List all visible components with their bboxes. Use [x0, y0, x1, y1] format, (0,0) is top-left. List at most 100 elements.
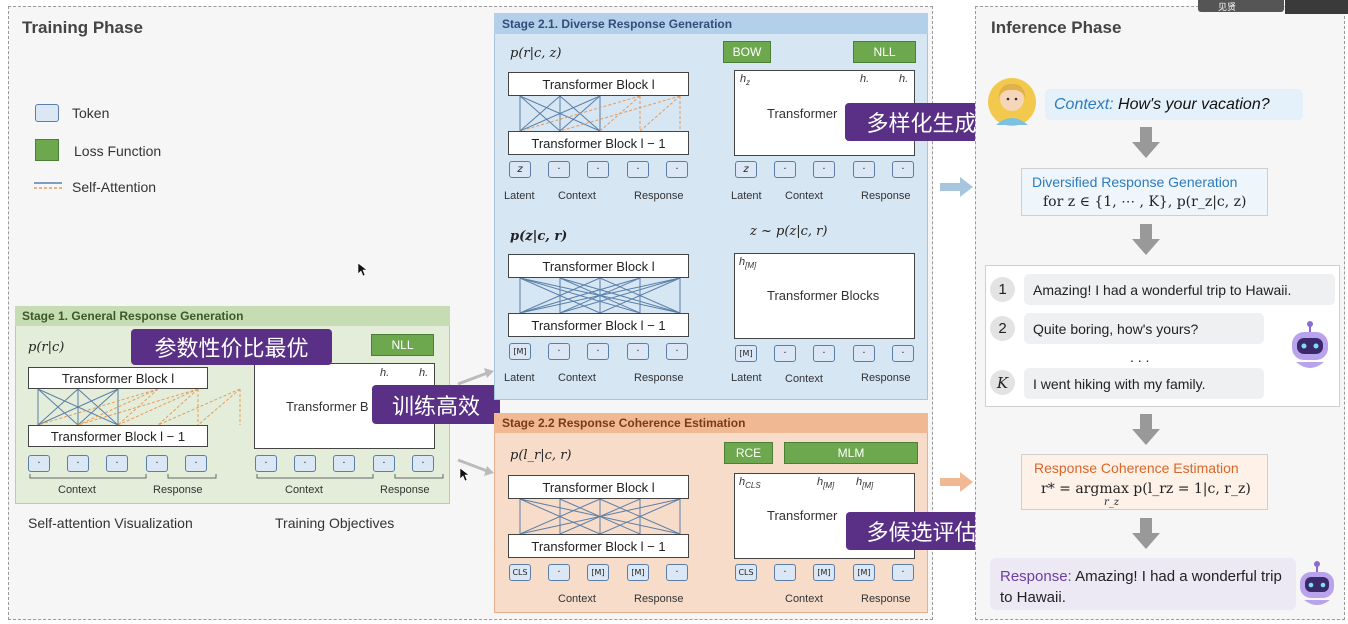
stage21-response-label: Response: [634, 190, 684, 202]
stage21-block-top: Transformer Block l: [508, 72, 689, 96]
stage1-title: Stage 1. General Response Generation: [22, 309, 244, 323]
stage21-block-bottom: Transformer Block l − 1: [508, 131, 689, 155]
inference-arrow-4: [1132, 518, 1160, 549]
candidate-response: Quite boring, how's yours?: [1024, 313, 1264, 344]
stage21-latent-label-2: Latent: [731, 190, 762, 202]
stage22-mask-token: [M]: [627, 564, 649, 581]
stage22-block-bottom: Transformer Block l − 1: [508, 534, 689, 558]
stage1-caption-left: Self-attention Visualization: [28, 515, 193, 531]
stage1-obj-context-label: Context: [285, 484, 323, 496]
stage22-mask-token: [M]: [813, 564, 835, 581]
stage1-context-label: Context: [58, 484, 96, 496]
coherence-formula: r* = argmax p(l_rz = 1|c, r_z): [1041, 481, 1251, 497]
stage22-response-label-2: Response: [861, 593, 911, 605]
stage21-latent-label-3: Latent: [504, 372, 535, 384]
legend-loss-label: Loss Function: [74, 143, 162, 159]
legend-token-label: Token: [72, 105, 110, 121]
stage21-latent-token: z: [735, 161, 757, 178]
stage21-response-label-3: Response: [634, 372, 684, 384]
legend-attention-icon: [34, 182, 62, 189]
camera-thumbnail: [1285, 0, 1348, 14]
stage1-token: ·: [185, 455, 207, 472]
stage1-token: ·: [67, 455, 89, 472]
inference-phase-title: Inference Phase: [991, 18, 1122, 37]
stage21-context-label-3: Context: [558, 372, 596, 384]
context-label: Context:: [1054, 96, 1114, 113]
stage1-obj-bracket: [256, 474, 444, 479]
stage21-token: ·: [892, 345, 914, 362]
stage22-context-label: Context: [558, 593, 596, 605]
stage21-token: ·: [587, 343, 609, 360]
stage21-token: ·: [853, 345, 875, 362]
stage21-h1: h.: [860, 73, 870, 85]
stage21-token: ·: [666, 161, 688, 178]
stage21-token: ·: [813, 161, 835, 178]
stage21-token: ·: [774, 345, 796, 362]
stage22-mask-token: [M]: [587, 564, 609, 581]
annotation-bubble-param: 参数性价比最优: [131, 329, 332, 365]
stage22-mask-token: [M]: [853, 564, 875, 581]
robot-icon: [1300, 561, 1334, 605]
candidate-response: Amazing! I had a wonderful trip to Hawai…: [1024, 274, 1335, 305]
stage21-token: ·: [548, 343, 570, 360]
final-response-label: Response:: [1000, 568, 1072, 585]
candidate-number: 2: [990, 316, 1015, 341]
stage21-response-label-2: Response: [861, 190, 911, 202]
stage1-nll-loss: NLL: [371, 334, 434, 356]
stage21-token: ·: [853, 161, 875, 178]
candidate-response: I went hiking with my family.: [1024, 368, 1264, 399]
stage22-hm1: h[M]: [817, 476, 835, 491]
context-text: Context: How's your vacation?: [1054, 96, 1270, 114]
diversified-title: Diversified Response Generation: [1032, 174, 1238, 190]
stage1-block-top: Transformer Block l: [28, 367, 208, 389]
stage21-mask-token: [M]: [735, 345, 757, 362]
stage22-title: Stage 2.2 Response Coherence Estimation: [502, 416, 746, 430]
stage22-cls-token: CLS: [509, 564, 531, 581]
stage21-token: ·: [666, 343, 688, 360]
stage21-context-label: Context: [558, 190, 596, 202]
stage22-response-label: Response: [634, 593, 684, 605]
stage21-token: ·: [774, 161, 796, 178]
inference-arrow-1: [1132, 127, 1160, 158]
stage21-hz: hz: [740, 73, 751, 88]
stage21-nll-loss: NLL: [853, 41, 916, 63]
candidate-ellipsis: . . .: [1130, 349, 1150, 365]
final-response-text: Response: Amazing! I had a wonderful tri…: [1000, 566, 1295, 608]
stage1-obj-response-label: Response: [380, 484, 430, 496]
candidate-number: 1: [990, 277, 1015, 302]
stage1-caption-right: Training Objectives: [275, 515, 395, 531]
stage22-cls-token: CLS: [735, 564, 757, 581]
stage1-obj-token: ·: [333, 455, 355, 472]
legend-loss-icon: [35, 139, 59, 161]
legend-attention-label: Self-Attention: [72, 179, 157, 195]
stage22-rce-loss: RCE: [724, 442, 773, 464]
stage21-token: ·: [813, 345, 835, 362]
stage1-response-label: Response: [153, 484, 203, 496]
stage1-token: ·: [106, 455, 128, 472]
coherence-title: Response Coherence Estimation: [1034, 460, 1239, 476]
stage21-context-label-4: Context: [785, 373, 823, 385]
stage21-hm: h[M]: [739, 256, 757, 271]
stage1-h2: h.: [419, 367, 429, 379]
stage22-hm2: h[M]: [856, 476, 874, 491]
legend-token-icon: [35, 104, 59, 122]
stage22-attention-lines: [519, 499, 681, 534]
stage21-token: ·: [548, 161, 570, 178]
stage21-to-inference-arrow: [940, 177, 973, 197]
stage22-token: ·: [892, 564, 914, 581]
stage21-token: ·: [587, 161, 609, 178]
stage21-latent-token: z: [509, 161, 531, 178]
stage21-block-top-2: Transformer Block l: [508, 254, 689, 278]
stage21-token: ·: [627, 161, 649, 178]
stage21-mask-token: [M]: [509, 343, 531, 360]
context-value: How's your vacation?: [1118, 96, 1270, 113]
stage1-obj-token: ·: [373, 455, 395, 472]
stage21-token: ·: [892, 161, 914, 178]
stage21-latent-label-4: Latent: [731, 372, 762, 384]
stage21-latent-label: Latent: [504, 190, 535, 202]
mouse-cursor-icon: [459, 467, 469, 482]
stage22-context-label-2: Context: [785, 593, 823, 605]
mouse-cursor-icon: [357, 262, 367, 277]
stage22-transformer-label: Transformer: [767, 508, 838, 523]
stage1-obj-token: ·: [255, 455, 277, 472]
